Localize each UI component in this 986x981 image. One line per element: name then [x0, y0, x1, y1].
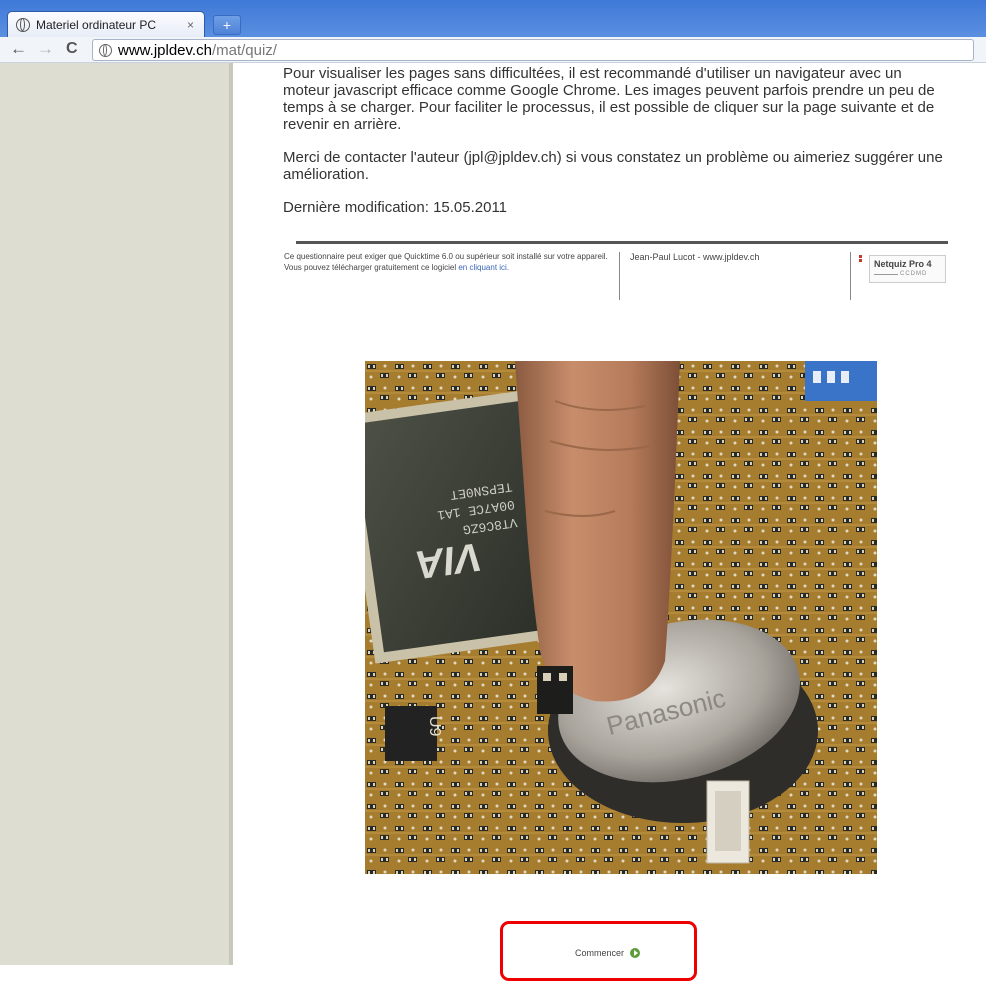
new-tab-button[interactable]: +: [213, 15, 241, 35]
quicktime-notice: Ce questionnaire peut exiger que Quickti…: [284, 252, 614, 273]
globe-icon: [16, 17, 30, 32]
back-arrow-icon[interactable]: ←: [10, 39, 27, 59]
last-modified: Dernière modification: 15.05.2011: [283, 199, 508, 216]
divider: [850, 252, 851, 300]
netquiz-line: [874, 274, 898, 275]
quiz-footer: Ce questionnaire peut exiger que Quickti…: [284, 252, 948, 304]
motherboard-battery-photo: TEPSN0ET 00A7CE 1A1 VT8C6ZG VIA Panasoni…: [365, 361, 877, 874]
url-text: www.jpldev.ch/mat/quiz/: [118, 42, 277, 59]
netquiz-name: Netquiz Pro 4: [874, 259, 932, 269]
left-sidebar: [0, 63, 233, 965]
board-label: U9: [426, 716, 443, 737]
author-credit: Jean-Paul Lucot - www.jpldev.ch: [630, 252, 760, 262]
browser-toolbar: ← → C www.jpldev.ch/mat/quiz/: [0, 37, 986, 63]
url-path: /mat/quiz/: [211, 41, 277, 59]
browser-tab[interactable]: Materiel ordinateur PC ×: [8, 12, 204, 37]
close-icon[interactable]: ×: [187, 18, 194, 32]
globe-icon: [99, 43, 112, 57]
netquiz-logo: Netquiz Pro 4 CCDMD: [869, 255, 946, 283]
quicktime-text: Ce questionnaire peut exiger que Quickti…: [284, 252, 608, 272]
forward-arrow-icon[interactable]: →: [37, 39, 54, 59]
divider: [619, 252, 620, 300]
reload-icon[interactable]: C: [66, 39, 78, 59]
photo-image: TEPSN0ET 00A7CE 1A1 VT8C6ZG VIA Panasoni…: [365, 361, 877, 874]
browser-tab-strip: Materiel ordinateur PC × +: [0, 0, 986, 37]
intro-text: Pour visualiser les pages sans difficult…: [283, 65, 949, 216]
start-highlight-box: [500, 921, 697, 981]
tab-title: Materiel ordinateur PC: [36, 17, 157, 32]
netquiz-org: CCDMD: [900, 271, 928, 277]
netquiz-dots-icon: [859, 255, 862, 265]
chip-logo: VIA: [412, 534, 484, 587]
intro-paragraph-1: Pour visualiser les pages sans difficult…: [283, 65, 935, 133]
download-link[interactable]: en cliquant ici.: [458, 263, 509, 272]
url-host: www.jpldev.ch: [118, 41, 212, 59]
divider: [296, 241, 948, 244]
intro-paragraph-2: Merci de contacter l'auteur (jpl@jpldev.…: [283, 149, 943, 183]
address-bar[interactable]: www.jpldev.ch/mat/quiz/: [92, 39, 974, 61]
